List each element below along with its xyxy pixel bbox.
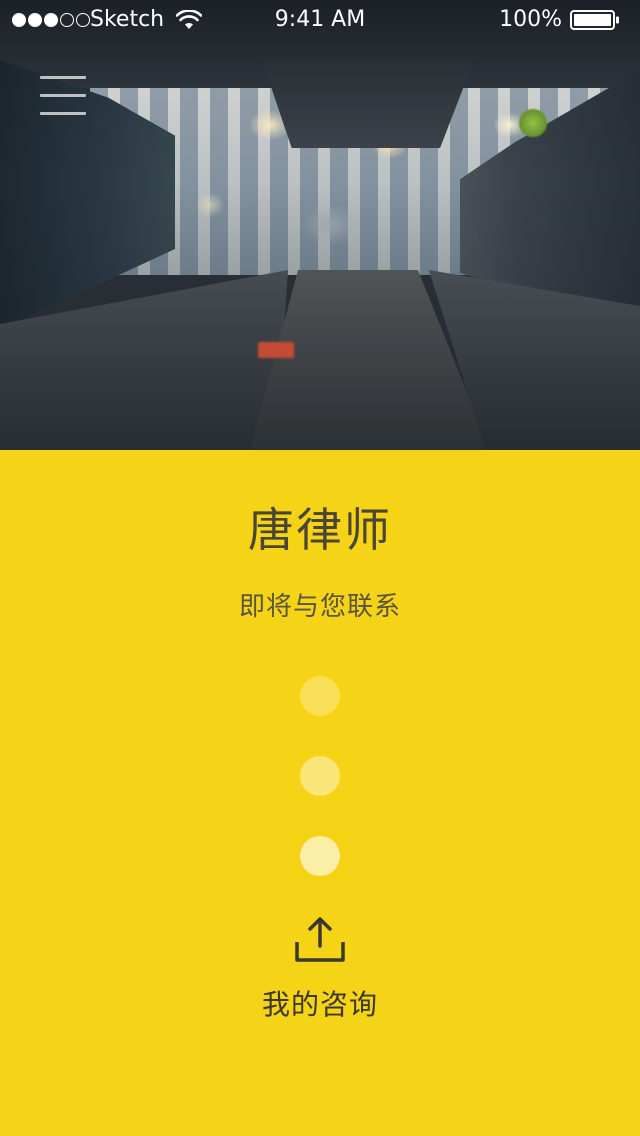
hamburger-menu-icon[interactable] [40, 76, 86, 116]
my-consultation-button[interactable]: 我的咨询 [220, 916, 420, 1026]
battery-percentage: 100% [499, 7, 562, 32]
upload-icon [295, 917, 345, 962]
hero-photo [0, 0, 640, 450]
menu-line [40, 94, 86, 97]
progress-dot [300, 676, 340, 716]
contact-status-message: 即将与您联系 [238, 592, 401, 622]
lawyer-name: 唐律师 [248, 503, 392, 557]
my-consultation-label: 我的咨询 [261, 988, 378, 1021]
progress-dot [300, 756, 340, 796]
hero-shade-overlay [0, 0, 640, 450]
menu-line [40, 112, 86, 115]
battery-icon [570, 10, 619, 30]
progress-dot [300, 836, 340, 876]
status-bar: Sketch 9:41 AM 100% [0, 0, 640, 40]
menu-line [40, 76, 86, 79]
app-screen: Sketch 9:41 AM 100% 唐律师 即将与您联系 我的咨询 [0, 0, 640, 1136]
contact-panel: 唐律师 即将与您联系 我的咨询 [0, 450, 640, 1136]
